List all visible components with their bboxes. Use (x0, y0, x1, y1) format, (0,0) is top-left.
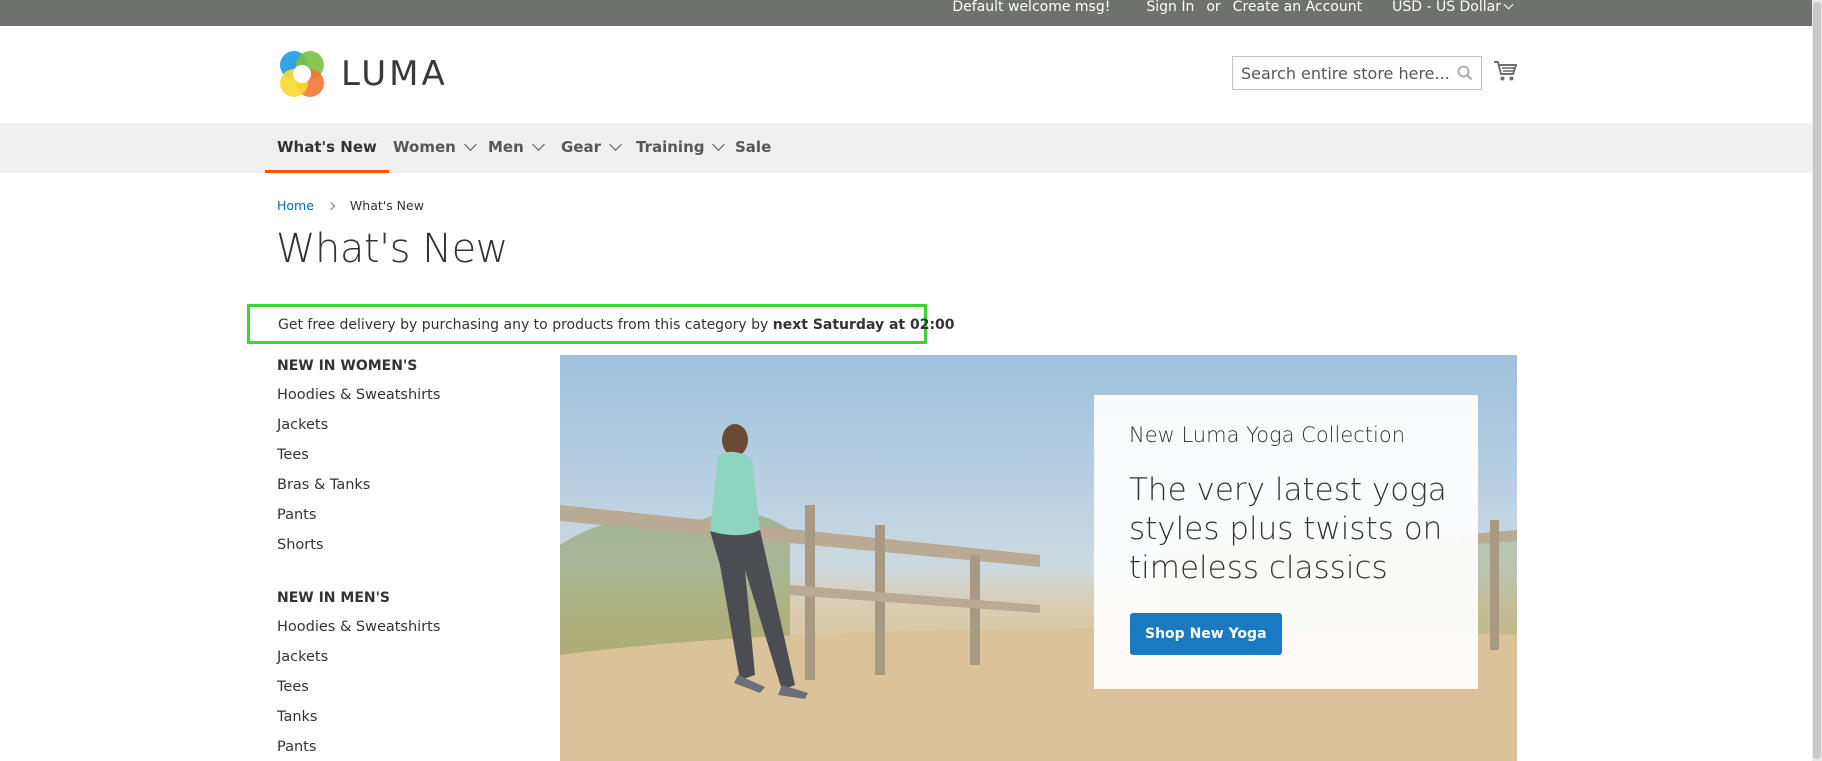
sidebar-link[interactable]: Bras & Tanks (277, 470, 527, 500)
or-separator: or (1206, 0, 1221, 15)
nav-item-sale[interactable]: Sale (735, 123, 771, 173)
sidebar-heading: NEW IN WOMEN'S (277, 358, 418, 374)
sidebar-link[interactable]: Hoodies & Sweatshirts (277, 612, 527, 642)
nav-label: Training (636, 138, 705, 156)
breadcrumb-current: What's New (349, 198, 424, 213)
chevron-down-icon (463, 138, 477, 151)
breadcrumb: Home What's New (277, 198, 424, 213)
nav-label: Gear (561, 138, 602, 156)
nav-label: Sale (735, 138, 772, 156)
top-bar-links: Default welcome msg! Sign In or Create a… (938, 0, 1514, 17)
main-navigation: What's New Women Men Gear Training Sale (0, 123, 1812, 173)
hero-banner[interactable]: New Luma Yoga Collection The very latest… (560, 355, 1517, 761)
sidebar-link[interactable]: Hoodies & Sweatshirts (277, 380, 527, 410)
free-delivery-notice: Get free delivery by purchasing any to p… (247, 304, 955, 344)
sidebar-link[interactable]: Pants (277, 732, 527, 761)
hero-promo-panel: New Luma Yoga Collection The very latest… (1094, 395, 1478, 689)
sidebar-group-men: NEW IN MEN'S Hoodies & Sweatshirts Jacke… (277, 588, 527, 761)
sidebar-link[interactable]: Tees (277, 440, 527, 470)
nav-label: What's New (277, 138, 377, 156)
nav-item-women[interactable]: Women (393, 123, 477, 173)
nav-label: Men (488, 138, 524, 156)
sidebar-link[interactable]: Shorts (277, 530, 527, 560)
search-icon[interactable] (1457, 65, 1473, 81)
breadcrumb-home-link[interactable]: Home (277, 198, 314, 213)
nav-item-gear[interactable]: Gear (561, 123, 622, 173)
nav-item-whats-new[interactable]: What's New (265, 123, 389, 173)
page-title: What's New (276, 226, 508, 272)
nav-label: Women (393, 138, 456, 156)
chevron-down-icon (609, 138, 622, 151)
sidebar-link[interactable]: Jackets (277, 410, 527, 440)
chevron-right-icon (326, 201, 336, 210)
free-delivery-deadline: next Saturday at 02:00 (772, 317, 955, 333)
nav-item-training[interactable]: Training (636, 123, 726, 173)
hero-kicker: New Luma Yoga Collection (1129, 423, 1406, 447)
logo-text: LUMA (341, 54, 448, 94)
hero-headline: The very latest yoga styles plus twists … (1129, 472, 1447, 586)
category-sidebar: NEW IN WOMEN'S Hoodies & Sweatshirts Jac… (277, 356, 527, 761)
page-scrollbar[interactable] (1812, 0, 1822, 761)
sidebar-group-women: NEW IN WOMEN'S Hoodies & Sweatshirts Jac… (277, 356, 527, 560)
chevron-down-icon (712, 138, 726, 151)
shop-new-yoga-button[interactable]: Shop New Yoga (1130, 613, 1282, 655)
welcome-message: Default welcome msg! (952, 0, 1111, 15)
sidebar-link[interactable]: Pants (277, 500, 527, 530)
scrollbar-thumb[interactable] (1813, 2, 1821, 759)
create-account-link[interactable]: Create an Account (1233, 0, 1362, 15)
sidebar-link[interactable]: Tanks (277, 702, 527, 732)
free-delivery-message: Get free delivery by purchasing any to p… (278, 317, 773, 333)
chevron-down-icon (531, 138, 545, 151)
sidebar-link[interactable]: Jackets (277, 642, 527, 672)
search-box (1232, 56, 1482, 90)
sidebar-link[interactable]: Tees (277, 672, 527, 702)
currency-label: USD - US Dollar (1392, 0, 1501, 15)
luma-logo-icon (280, 51, 324, 97)
sidebar-heading: NEW IN MEN'S (277, 590, 390, 606)
search-input[interactable] (1233, 57, 1451, 89)
chevron-down-icon (1503, 0, 1514, 10)
top-bar: Default welcome msg! Sign In or Create a… (0, 0, 1812, 26)
logo-link[interactable]: LUMA (277, 48, 448, 100)
nav-item-men[interactable]: Men (488, 123, 545, 173)
sign-in-link[interactable]: Sign In (1146, 0, 1194, 15)
site-header: LUMA (0, 26, 1812, 123)
free-delivery-text: Get free delivery by purchasing any to p… (278, 317, 955, 333)
currency-switcher[interactable]: USD - US Dollar (1378, 0, 1514, 15)
cart-icon[interactable] (1493, 60, 1517, 82)
